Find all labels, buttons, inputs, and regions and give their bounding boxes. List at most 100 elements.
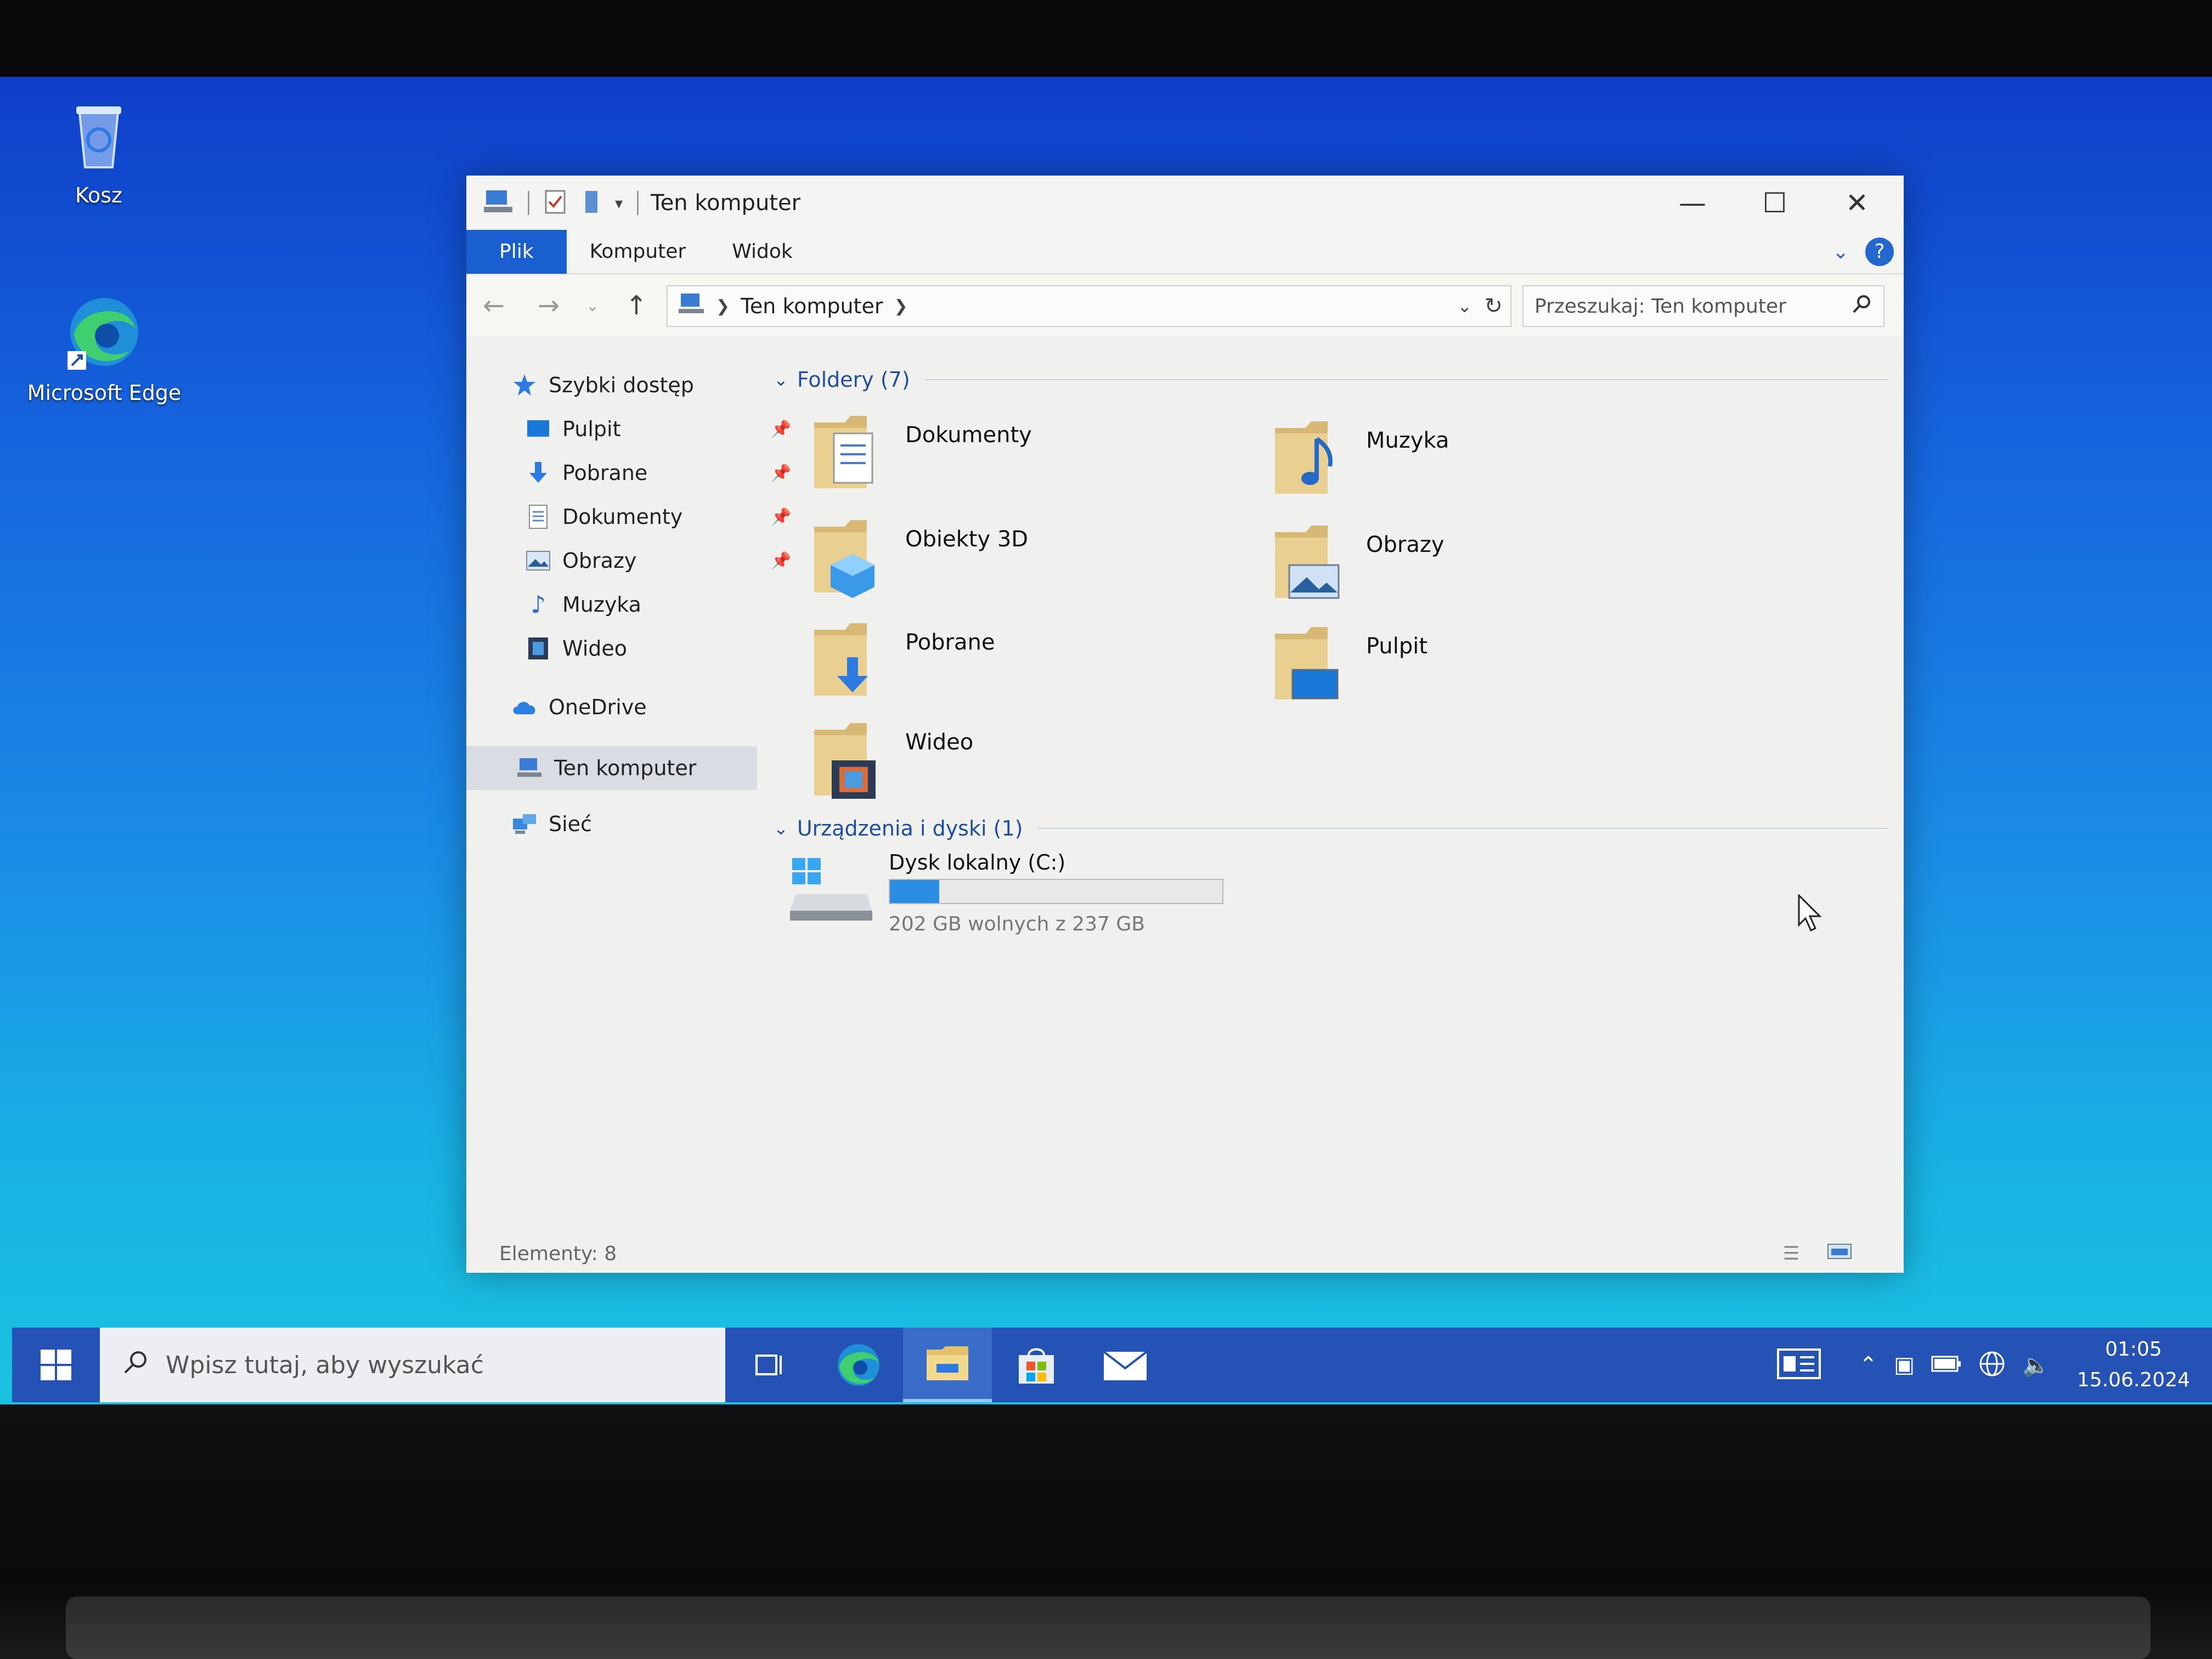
news-widget-icon[interactable] (1776, 1348, 1821, 1381)
folder-item[interactable]: Obiekty 3D (812, 516, 1229, 609)
sidebar-item-label: Pobrane (562, 461, 648, 485)
status-bar: Elementy: 8 ☰ (466, 1234, 1904, 1273)
group-header-devices[interactable]: ⌄ Urządzenia i dyski (1) (774, 816, 1887, 840)
maximize-button[interactable]: ☐ (1734, 176, 1816, 230)
sidebar-item-label: Muzyka (562, 592, 641, 617)
properties-icon[interactable] (544, 189, 568, 217)
clock-time: 01:05 (2105, 1338, 2162, 1361)
address-bar[interactable]: ❯ Ten komputer ❯ ⌄ ↻ (667, 285, 1511, 327)
close-button[interactable]: ✕ (1816, 176, 1898, 230)
content-pane: ⌄ Foldery (7) Dokumenty Muzyka Obiekty 3… (763, 340, 1893, 1229)
downloads-folder-icon (812, 619, 889, 707)
taskbar-search-box[interactable]: Wpisz tutaj, aby wyszukać (100, 1328, 725, 1402)
music-note-icon: ♪ (530, 590, 546, 619)
clock[interactable]: 01:05 15.06.2024 (2077, 1334, 2190, 1396)
large-icons-view-icon[interactable] (1827, 1242, 1852, 1266)
breadcrumb-location[interactable]: Ten komputer (741, 294, 883, 318)
taskbar-search-placeholder: Wpisz tutaj, aby wyszukać (166, 1351, 484, 1379)
back-arrow-icon[interactable]: ← (466, 290, 521, 321)
video-folder-icon (812, 719, 889, 806)
task-view-button[interactable] (725, 1328, 814, 1402)
details-view-icon[interactable]: ☰ (1783, 1243, 1799, 1265)
sidebar-item-onedrive[interactable]: OneDrive (510, 690, 647, 725)
folder-item[interactable]: Dokumenty (812, 411, 1229, 505)
music-folder-icon (1273, 417, 1350, 505)
sidebar-item-dokumenty[interactable]: Dokumenty 📌 (524, 499, 791, 534)
taskbar: Wpisz tutaj, aby wyszukać ⌃ ▣ 🔈 01:05 15… (12, 1328, 2212, 1402)
folder-item[interactable]: Wideo (812, 719, 1229, 812)
taskbar-file-explorer-button[interactable] (903, 1328, 992, 1402)
up-arrow-icon[interactable]: ↑ (609, 290, 664, 321)
help-icon[interactable]: ? (1865, 238, 1894, 266)
taskbar-mail-button[interactable] (1081, 1328, 1170, 1402)
tab-widok[interactable]: Widok (709, 230, 816, 274)
title-bar: ▾ Ten komputer — ☐ ✕ (466, 176, 1904, 230)
task-view-icon (755, 1355, 782, 1375)
folder-name: Dokumenty (905, 422, 1032, 448)
minimize-button[interactable]: — (1651, 176, 1734, 230)
breadcrumb-chevron-icon[interactable]: ❯ (894, 297, 907, 316)
monitor-stand-edge (66, 1596, 2151, 1659)
collapse-chevron-icon[interactable]: ⌄ (774, 818, 788, 839)
start-button[interactable] (12, 1328, 100, 1402)
sidebar-item-muzyka[interactable]: ♪ Muzyka (524, 587, 641, 622)
pictures-icon (524, 546, 552, 575)
breadcrumb-chevron-icon[interactable]: ❯ (716, 297, 730, 316)
tab-komputer[interactable]: Komputer (567, 230, 709, 274)
folder-item[interactable]: Pobrane (812, 619, 1229, 712)
edge-icon (838, 1344, 879, 1386)
volume-icon[interactable]: 🔈 (2022, 1352, 2050, 1378)
drive-usage-fill (890, 880, 939, 903)
desktop-icon-recycle-bin[interactable]: Kosz (16, 93, 181, 207)
computer-icon[interactable] (483, 188, 514, 218)
meet-now-icon[interactable]: ▣ (1894, 1352, 1915, 1378)
sidebar-item-obrazy[interactable]: Obrazy 📌 (524, 543, 791, 578)
taskbar-edge-button[interactable] (814, 1328, 903, 1402)
battery-icon[interactable] (1931, 1355, 1962, 1375)
3d-objects-folder-icon (812, 516, 889, 603)
computer-icon (679, 292, 705, 320)
folder-item[interactable]: Pulpit (1273, 623, 1690, 716)
group-header-folders[interactable]: ⌄ Foldery (7) (774, 368, 1887, 392)
sidebar-item-label: Obrazy (562, 549, 637, 573)
sidebar-item-pulpit[interactable]: Pulpit 📌 (524, 411, 791, 447)
forward-arrow-icon[interactable]: → (521, 290, 576, 321)
recent-locations-icon[interactable]: ⌄ (576, 297, 609, 315)
new-folder-icon[interactable] (582, 189, 601, 217)
customize-dropdown-icon[interactable]: ▾ (615, 194, 623, 212)
show-hidden-icons-chevron-icon[interactable]: ⌃ (1859, 1352, 1878, 1378)
drive-item[interactable]: Dysk lokalny (C:) 202 GB wolnych z 237 G… (790, 850, 1339, 960)
cloud-icon (510, 693, 539, 721)
desktop-folder-icon (1273, 623, 1350, 710)
network-globe-icon[interactable] (1978, 1350, 2006, 1380)
collapse-chevron-icon[interactable]: ⌄ (774, 369, 788, 390)
sidebar-item-pobrane[interactable]: Pobrane 📌 (524, 455, 791, 490)
ribbon-expand-icon[interactable]: ⌄ (1832, 241, 1849, 263)
drive-name: Dysk lokalny (C:) (889, 850, 1066, 874)
sidebar-item-wideo[interactable]: Wideo (524, 631, 627, 666)
address-dropdown-icon[interactable]: ⌄ (1457, 296, 1472, 317)
search-icon[interactable] (1852, 294, 1872, 319)
tab-plik[interactable]: Plik (466, 230, 567, 274)
folder-item[interactable]: Muzyka (1273, 417, 1690, 510)
sidebar-item-label: Pulpit (562, 417, 621, 441)
folder-name: Wideo (905, 730, 974, 755)
monitor-bezel (0, 1404, 2212, 1659)
desktop-icon-edge[interactable]: Microsoft Edge (22, 291, 187, 405)
sidebar-item-network[interactable]: Sieć (510, 806, 592, 842)
sidebar-item-label: Dokumenty (562, 505, 683, 529)
sidebar-item-label: OneDrive (549, 695, 647, 719)
sidebar-item-quick-access[interactable]: Szybki dostęp (510, 368, 694, 403)
hard-drive-icon (790, 856, 872, 924)
quick-access-toolbar: ▾ (483, 188, 639, 218)
sidebar-item-this-pc[interactable]: Ten komputer (466, 746, 757, 790)
taskbar-store-button[interactable] (992, 1328, 1081, 1402)
windows-logo-icon (41, 1350, 71, 1380)
download-arrow-icon (524, 459, 552, 487)
item-count: Elementy: 8 (499, 1242, 617, 1265)
sidebar-item-label: Ten komputer (554, 756, 697, 780)
folder-item[interactable]: Obrazy (1273, 521, 1690, 614)
search-icon (122, 1348, 149, 1382)
search-input[interactable]: Przeszukaj: Ten komputer (1522, 285, 1884, 327)
refresh-icon[interactable]: ↻ (1484, 294, 1503, 319)
